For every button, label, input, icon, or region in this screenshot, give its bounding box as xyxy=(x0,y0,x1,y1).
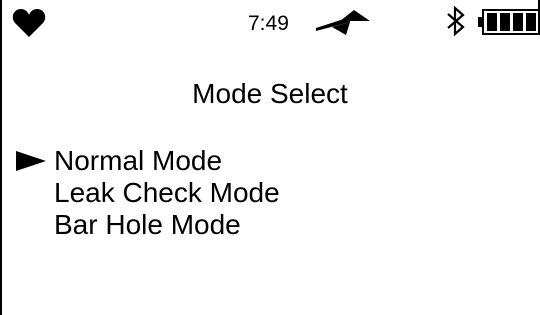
mode-label: Normal Mode xyxy=(54,145,223,176)
page-title: Mode Select xyxy=(192,78,348,109)
mode-list: Normal Mode Leak Check Mode Bar Hole Mod… xyxy=(0,145,540,241)
clock-time: 7:49 xyxy=(248,12,289,35)
heart-icon xyxy=(12,9,46,37)
mode-item-bar-hole[interactable]: Bar Hole Mode xyxy=(0,209,540,241)
bluetooth-icon xyxy=(447,6,465,36)
status-bar: 7:49 xyxy=(0,0,540,40)
mode-item-normal[interactable]: Normal Mode xyxy=(0,145,540,177)
mode-item-leak-check[interactable]: Leak Check Mode xyxy=(0,177,540,209)
signal-icon xyxy=(316,10,370,35)
mode-label: Bar Hole Mode xyxy=(54,209,241,240)
selection-pointer-icon xyxy=(16,151,46,171)
mode-label: Leak Check Mode xyxy=(54,177,280,208)
battery-icon xyxy=(478,9,540,35)
device-screen: 7:49 Mode Select Normal Mode Leak Check … xyxy=(0,0,540,315)
